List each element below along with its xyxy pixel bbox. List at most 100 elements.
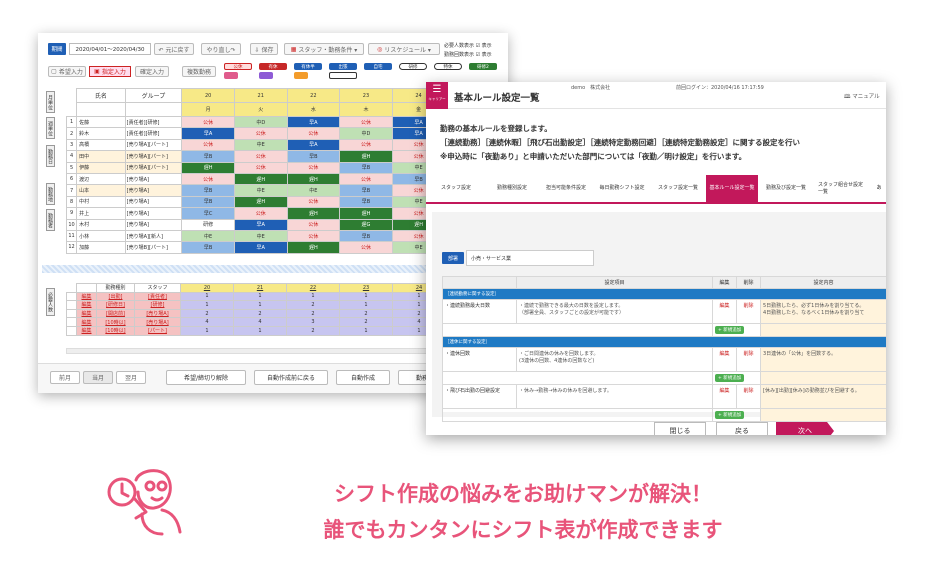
dow-header[interactable]: 水 — [286, 102, 341, 117]
shift-cell[interactable]: 遅H — [339, 150, 393, 163]
required-count[interactable]: 1 — [233, 300, 287, 310]
shift-cell[interactable]: 中E — [233, 138, 288, 152]
dow-header[interactable]: 月 — [181, 102, 235, 117]
department-field[interactable]: 小売・サービス業 — [466, 250, 594, 266]
work-kind[interactable]: [研修日] — [96, 300, 135, 310]
shift-cell[interactable]: 公休 — [339, 172, 393, 186]
hamburger-icon[interactable]: ☰ — [426, 82, 448, 97]
legend-chip-secondary[interactable] — [259, 72, 273, 79]
required-count[interactable]: 1 — [286, 291, 340, 302]
edit-link[interactable]: 編集 — [76, 317, 97, 327]
edit-link[interactable]: 編集 — [76, 308, 97, 319]
shift-cell[interactable]: 早A — [233, 241, 288, 254]
staff-name[interactable]: 渡辺 — [76, 172, 126, 186]
work-count-toggle[interactable]: 勤務回数表示 ☑ 表示 — [444, 50, 508, 58]
staff-name[interactable]: 高橋 — [76, 138, 126, 152]
edit-link[interactable]: 編集 — [76, 291, 97, 302]
required-count[interactable]: 2 — [180, 308, 234, 319]
staff-kind[interactable]: [研修] — [134, 300, 181, 310]
legend-chip-secondary[interactable] — [294, 72, 308, 79]
shift-cell[interactable]: 中D — [233, 115, 288, 129]
dow-header[interactable]: 木 — [339, 102, 393, 117]
rule-delete-link[interactable]: 削除 — [736, 347, 761, 372]
staff-name[interactable]: 木村 — [76, 218, 126, 231]
date-range[interactable]: 2020/04/01～2020/04/30 — [69, 43, 151, 55]
required-count[interactable]: 2 — [233, 308, 287, 319]
work-kind[interactable]: [出勤] — [96, 291, 135, 302]
shift-cell[interactable]: 公休 — [339, 115, 393, 129]
work-kind[interactable]: [10時以] — [96, 317, 135, 327]
staff-name[interactable]: 小林 — [76, 229, 126, 243]
shift-cell[interactable]: 研修 — [181, 218, 235, 231]
unlock-wish-button[interactable]: 希望/締切り解除 — [166, 370, 246, 385]
staff-name[interactable]: 加藤 — [76, 241, 126, 254]
shift-cell[interactable]: 早B — [181, 195, 235, 209]
shift-cell[interactable]: 早B — [181, 241, 235, 254]
staff-kind[interactable]: [売り場A] — [134, 308, 181, 319]
vtab-workday[interactable]: 勤務日 — [46, 145, 55, 167]
required-count[interactable]: 2 — [286, 300, 340, 310]
next-button[interactable]: 次へ — [776, 422, 834, 435]
staff-name[interactable]: 佐藤 — [76, 115, 126, 129]
shift-cell[interactable]: 中E — [286, 184, 341, 197]
vtab-worker[interactable]: 勤務者 — [46, 209, 55, 231]
tab-5[interactable]: スタッフ設定一覧 — [652, 175, 704, 202]
staff-name[interactable]: 田中 — [76, 150, 126, 163]
shift-cell[interactable]: 早B — [339, 229, 393, 243]
dow-header[interactable]: 火 — [233, 102, 288, 117]
shift-cell[interactable]: 公休 — [286, 161, 341, 174]
shift-cell[interactable]: 早B — [181, 150, 235, 163]
staff-name[interactable]: 伊藤 — [76, 161, 126, 174]
staff-kind[interactable]: [売り場A] — [134, 317, 181, 327]
revert-auto-button[interactable]: 自動作成前に戻る — [254, 370, 328, 385]
required-count[interactable]: 2 — [339, 308, 393, 319]
legend-chip[interactable]: 特休 — [434, 63, 462, 70]
work-kind[interactable]: [開店前] — [96, 308, 135, 319]
shift-cell[interactable]: 公休 — [286, 229, 341, 243]
rule-edit-link[interactable]: 編集 — [712, 299, 737, 324]
shift-cell[interactable]: 早B — [339, 184, 393, 197]
shift-cell[interactable]: 公休 — [233, 150, 288, 163]
legend-chip[interactable]: 自宅 — [364, 63, 392, 70]
shift-cell[interactable]: 公休 — [233, 207, 288, 220]
rule-edit-link[interactable]: 編集 — [712, 347, 737, 372]
undo-button[interactable]: ↶ 元に戻す — [154, 43, 194, 55]
add-new-button[interactable]: + 新規追加 — [715, 374, 745, 382]
next-month-button[interactable]: 翌月 — [116, 371, 146, 384]
required-count[interactable]: 1 — [233, 325, 287, 336]
brand-menu[interactable]: ☰ キャリアー — [426, 82, 448, 109]
staff-name[interactable]: 中村 — [76, 195, 126, 209]
edit-link[interactable]: 編集 — [76, 300, 97, 310]
designate-input-tool[interactable]: ▣ 指定入力 — [89, 66, 131, 77]
shift-cell[interactable]: 公休 — [181, 138, 235, 152]
shift-cell[interactable]: 遅H — [233, 195, 288, 209]
rule-delete-link[interactable]: 削除 — [736, 384, 761, 409]
vtab-location[interactable]: 勤務地 — [46, 183, 55, 205]
shift-cell[interactable]: 早B — [181, 184, 235, 197]
add-new-button[interactable]: + 新規追加 — [715, 411, 745, 419]
back-button[interactable]: 戻る — [716, 422, 768, 435]
edit-link[interactable]: 編集 — [76, 325, 97, 336]
shift-cell[interactable]: 早A — [286, 115, 341, 129]
save-button[interactable]: ⇩ 保存 — [250, 43, 278, 55]
auto-create-button[interactable]: 自動作成 — [336, 370, 390, 385]
add-new-button[interactable]: + 新規追加 — [715, 326, 745, 334]
shift-cell[interactable]: 中D — [339, 127, 393, 140]
tab-6[interactable]: 基本ルール設定一覧 — [706, 175, 758, 202]
manual-link[interactable]: 🕮 マニュアル — [844, 92, 880, 102]
staff-name[interactable]: 鈴木 — [76, 127, 126, 140]
tab-1[interactable]: スタッフ設定 — [430, 175, 482, 202]
shift-cell[interactable]: 早A — [233, 218, 288, 231]
tab-3[interactable]: 担当可能条件設定 — [540, 175, 592, 202]
period-button[interactable]: 期間 — [48, 43, 66, 55]
shift-cell[interactable]: 公休 — [181, 172, 235, 186]
rule-edit-link[interactable]: 編集 — [712, 384, 737, 409]
required-count[interactable]: 1 — [339, 300, 393, 310]
current-month-button[interactable]: 当月 — [83, 371, 113, 384]
staff-kind[interactable]: [パート] — [134, 325, 181, 336]
shift-cell[interactable]: 中E — [233, 229, 288, 243]
required-count[interactable]: 2 — [286, 325, 340, 336]
required-count[interactable]: 2 — [339, 317, 393, 327]
shift-cell[interactable]: 早B — [339, 195, 393, 209]
legend-chip-secondary[interactable] — [329, 72, 357, 79]
